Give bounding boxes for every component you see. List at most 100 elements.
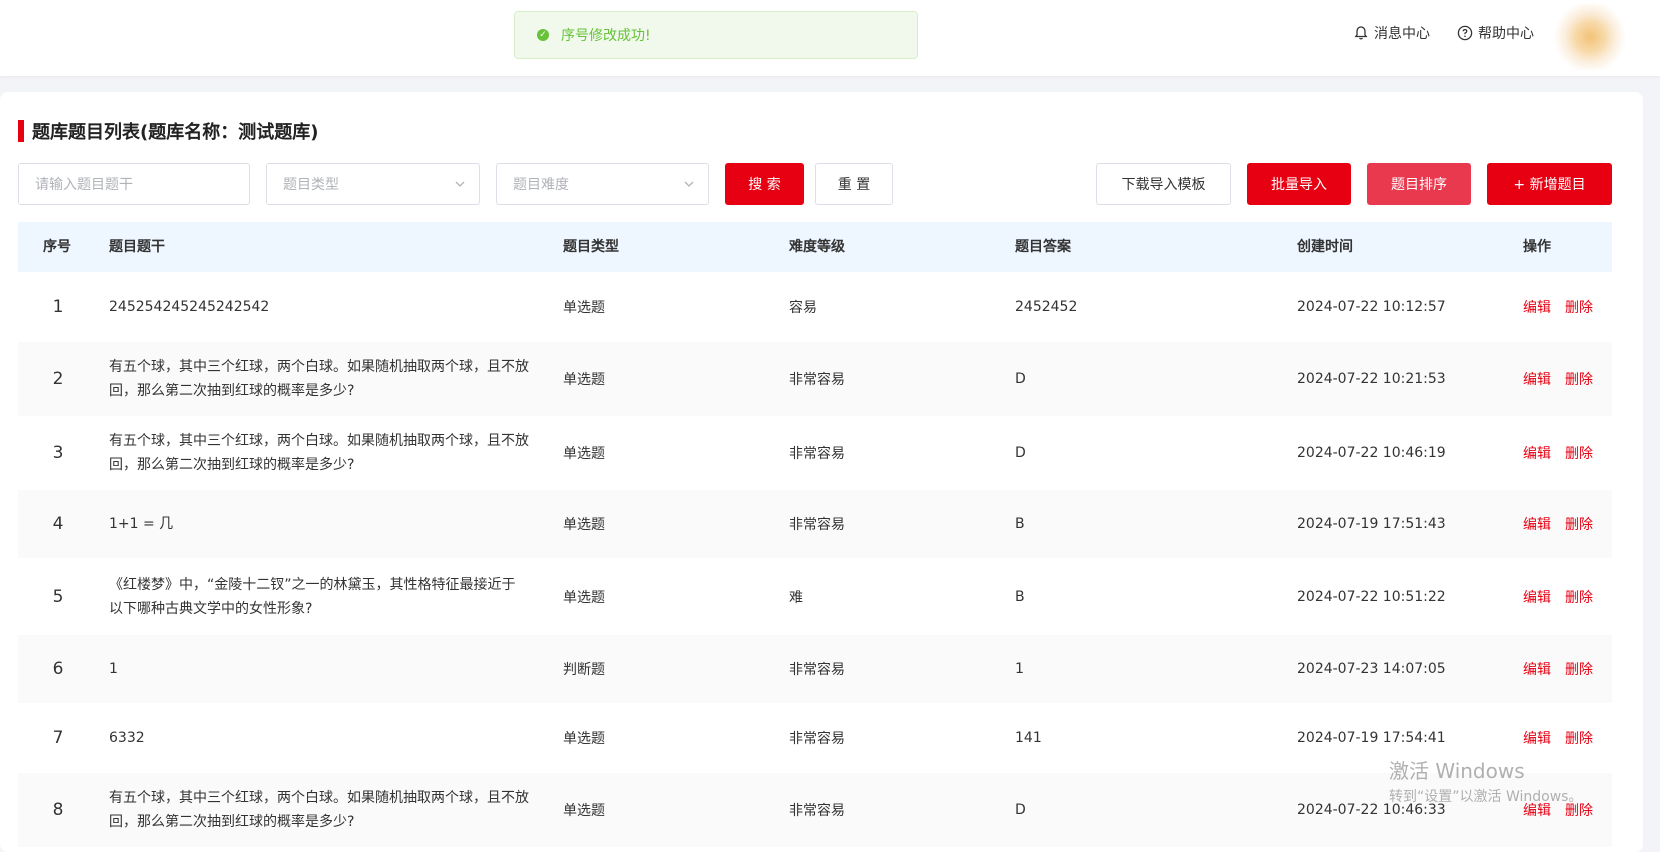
- row-type: 单选题: [563, 803, 605, 819]
- row-stem: 245254245245242542: [109, 299, 270, 315]
- row-type: 单选题: [563, 372, 605, 388]
- row-difficulty: 非常容易: [789, 446, 845, 462]
- check-circle-icon: ✓: [537, 29, 549, 41]
- row-stem: 《红楼梦》中，“金陵十二钗”之一的林黛玉，其性格特征最接近于以下哪种古典文学中的…: [109, 576, 516, 617]
- row-index: 6: [52, 659, 64, 679]
- row-answer: 141: [1015, 730, 1042, 746]
- title-accent-bar: [18, 120, 24, 142]
- row-actions: 编辑 删除: [1523, 728, 1607, 748]
- bell-icon: [1354, 26, 1368, 40]
- message-center-link[interactable]: 消息中心: [1353, 23, 1430, 43]
- row-difficulty: 容易: [789, 300, 817, 316]
- watermark-title: 激活 Windows: [1389, 759, 1525, 783]
- page-title: 题库题目列表(题库名称：测试题库): [32, 122, 319, 143]
- reset-button[interactable]: 重 置: [815, 163, 893, 205]
- row-stem: 有五个球，其中三个红球，两个白球。如果随机抽取两个球，且不放回，那么第二次抽到红…: [109, 433, 529, 473]
- difficulty-select[interactable]: 题目难度: [496, 163, 709, 205]
- row-answer: 1: [1015, 661, 1024, 677]
- row-stem: 6332: [109, 730, 145, 746]
- toast-message: 序号修改成功!: [561, 28, 651, 44]
- edit-link[interactable]: 编辑: [1523, 728, 1551, 748]
- row-difficulty: 非常容易: [789, 731, 845, 747]
- row-type: 单选题: [563, 589, 605, 606]
- edit-link[interactable]: 编辑: [1523, 369, 1551, 389]
- table-row: 4 1+1 = 几 单选题 非常容易 B 2024-07-19 17:51:43…: [18, 490, 1612, 558]
- edit-link[interactable]: 编辑: [1523, 514, 1551, 534]
- table-row: 1 245254245245242542 单选题 容易 2452452 2024…: [18, 272, 1612, 342]
- row-actions: 编辑 删除: [1523, 587, 1607, 607]
- row-created: 2024-07-22 10:46:19: [1297, 445, 1446, 461]
- stem-search-input[interactable]: 请输入题目题干: [18, 163, 250, 205]
- row-difficulty: 非常容易: [789, 372, 845, 388]
- add-question-button[interactable]: + 新增题目: [1487, 163, 1612, 205]
- sort-questions-button[interactable]: 题目排序: [1367, 163, 1471, 205]
- row-stem: 1: [109, 661, 118, 677]
- edit-link[interactable]: 编辑: [1523, 587, 1551, 607]
- questions-table: 序号 题目题干 题目类型 难度等级 题目答案 创建时间 操作 1 2452542…: [18, 222, 1612, 847]
- batch-import-button[interactable]: 批量导入: [1247, 163, 1351, 205]
- stem-search-placeholder: 请输入题目题干: [35, 177, 133, 193]
- row-type: 单选题: [563, 300, 605, 316]
- help-circle-icon: [1457, 25, 1473, 41]
- table-row: 6 1 判断题 非常容易 1 2024-07-23 14:07:05 编辑 删除: [18, 635, 1612, 703]
- row-difficulty: 难: [789, 589, 803, 606]
- row-stem: 有五个球，其中三个红球，两个白球。如果随机抽取两个球，且不放回，那么第二次抽到红…: [109, 359, 529, 399]
- row-type: 单选题: [563, 517, 605, 533]
- row-answer: D: [1015, 802, 1026, 818]
- delete-link[interactable]: 删除: [1565, 297, 1593, 317]
- windows-activation-watermark: 激活 Windows 转到“设置”以激活 Windows。: [1389, 755, 1582, 806]
- success-toast: ✓ 序号修改成功!: [514, 11, 918, 59]
- row-index: 7: [52, 728, 64, 748]
- delete-link[interactable]: 删除: [1565, 587, 1593, 607]
- row-answer: D: [1015, 445, 1026, 461]
- chevron-down-icon: [455, 181, 465, 187]
- edit-link[interactable]: 编辑: [1523, 659, 1551, 679]
- edit-link[interactable]: 编辑: [1523, 297, 1551, 317]
- row-index: 8: [52, 800, 64, 820]
- column-header-difficulty: 难度等级: [789, 239, 845, 255]
- message-center-label: 消息中心: [1374, 26, 1430, 42]
- delete-link[interactable]: 删除: [1565, 514, 1593, 534]
- column-header-answer: 题目答案: [1015, 239, 1071, 255]
- row-actions: 编辑 删除: [1523, 297, 1607, 317]
- row-index: 5: [52, 586, 64, 607]
- chevron-down-icon: [684, 181, 694, 187]
- delete-link[interactable]: 删除: [1565, 659, 1593, 679]
- column-header-type: 题目类型: [563, 239, 619, 255]
- table-row: 3 有五个球，其中三个红球，两个白球。如果随机抽取两个球，且不放回，那么第二次抽…: [18, 416, 1612, 490]
- row-stem: 1+1 = 几: [109, 516, 174, 532]
- row-created: 2024-07-22 10:12:57: [1297, 299, 1446, 315]
- row-type: 单选题: [563, 731, 605, 747]
- type-select[interactable]: 题目类型: [266, 163, 480, 205]
- row-answer: 2452452: [1015, 299, 1078, 315]
- row-actions: 编辑 删除: [1523, 443, 1607, 463]
- row-type: 判断题: [563, 662, 605, 678]
- row-index: 4: [52, 514, 64, 534]
- row-created: 2024-07-22 10:51:22: [1297, 588, 1446, 605]
- delete-link[interactable]: 删除: [1565, 728, 1593, 748]
- row-index: 1: [52, 297, 64, 317]
- row-answer: B: [1015, 516, 1025, 532]
- row-difficulty: 非常容易: [789, 517, 845, 533]
- delete-link[interactable]: 删除: [1565, 443, 1593, 463]
- table-row: 5 《红楼梦》中，“金陵十二钗”之一的林黛玉，其性格特征最接近于以下哪种古典文学…: [18, 558, 1612, 635]
- row-created: 2024-07-22 10:21:53: [1297, 371, 1446, 387]
- avatar[interactable]: [1550, 4, 1630, 70]
- search-button[interactable]: 搜 索: [725, 163, 804, 205]
- row-type: 单选题: [563, 446, 605, 462]
- table-row: 7 6332 单选题 非常容易 141 2024-07-19 17:54:41 …: [18, 703, 1612, 773]
- row-actions: 编辑 删除: [1523, 659, 1607, 679]
- delete-link[interactable]: 删除: [1565, 369, 1593, 389]
- difficulty-select-placeholder: 题目难度: [513, 177, 569, 193]
- watermark-subtitle: 转到“设置”以激活 Windows。: [1389, 789, 1583, 805]
- download-template-button[interactable]: 下载导入模板: [1096, 163, 1231, 205]
- row-created: 2024-07-19 17:54:41: [1297, 730, 1446, 746]
- edit-link[interactable]: 编辑: [1523, 443, 1551, 463]
- column-header-stem: 题目题干: [109, 239, 165, 255]
- help-center-link[interactable]: 帮助中心: [1457, 23, 1534, 43]
- row-created: 2024-07-23 14:07:05: [1297, 661, 1446, 677]
- column-header-index: 序号: [43, 239, 71, 255]
- table-row: 2 有五个球，其中三个红球，两个白球。如果随机抽取两个球，且不放回，那么第二次抽…: [18, 342, 1612, 416]
- row-answer: D: [1015, 371, 1026, 387]
- help-center-label: 帮助中心: [1478, 26, 1534, 42]
